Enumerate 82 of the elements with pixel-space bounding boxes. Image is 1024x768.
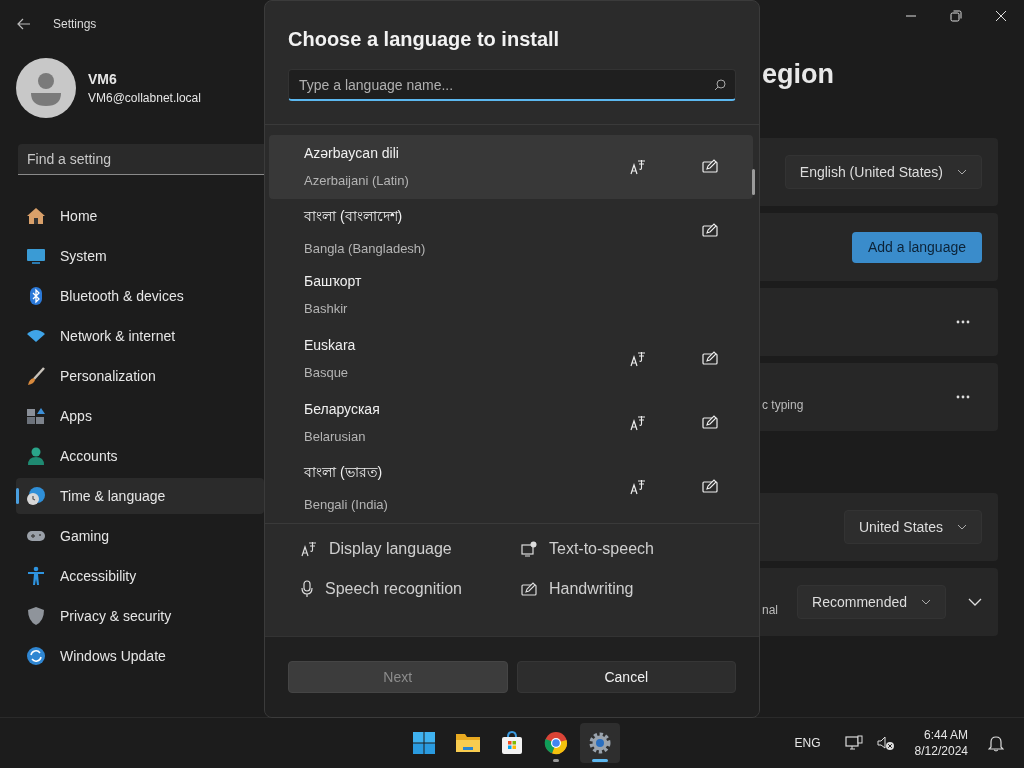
chevron-down-icon bbox=[921, 599, 931, 605]
sidebar-item[interactable]: Windows Update bbox=[16, 638, 264, 674]
more-icon[interactable] bbox=[956, 395, 970, 399]
language-english-name: Bashkir bbox=[304, 301, 349, 317]
sidebar-item[interactable]: Network & internet bbox=[16, 318, 264, 354]
chevron-down-icon bbox=[957, 524, 967, 530]
input-language-indicator[interactable]: ENG bbox=[794, 736, 821, 751]
update-icon bbox=[26, 646, 46, 666]
clock-time[interactable]: 6:44 AM bbox=[923, 728, 968, 743]
language-name: Башҡорт bbox=[304, 273, 363, 290]
sidebar-item[interactable]: Home bbox=[16, 198, 264, 234]
card-text: nal bbox=[762, 603, 778, 617]
sidebar-item[interactable]: System bbox=[16, 238, 264, 274]
microphone-icon bbox=[301, 580, 313, 599]
sidebar-item[interactable]: Time & language bbox=[16, 478, 264, 514]
dialog-title: Choose a language to install bbox=[288, 28, 561, 51]
gear-icon bbox=[588, 731, 612, 756]
sidebar-item[interactable]: Privacy & security bbox=[16, 598, 264, 634]
dropdown[interactable]: Recommended bbox=[797, 585, 946, 619]
language-item[interactable]: Башҡорт Bashkir bbox=[269, 262, 753, 327]
person-icon bbox=[26, 446, 46, 466]
language-item[interactable]: Беларуская Belarusian bbox=[269, 390, 753, 455]
language-name: Euskara bbox=[304, 337, 357, 354]
language-english-name: Basque bbox=[304, 365, 350, 381]
close-icon[interactable] bbox=[995, 10, 1007, 22]
sidebar-item[interactable]: Apps bbox=[16, 398, 264, 434]
volume-muted-icon[interactable] bbox=[876, 735, 895, 752]
house-icon bbox=[26, 206, 46, 226]
language-item[interactable]: Azərbaycan dili Azerbaijani (Latin) bbox=[269, 134, 753, 199]
apps-icon bbox=[26, 406, 46, 426]
sidebar-item[interactable]: Accessibility bbox=[16, 558, 264, 594]
dropdown[interactable]: United States bbox=[843, 510, 982, 544]
monitor-speech-icon bbox=[521, 541, 537, 558]
language-search-field[interactable]: Type a language name... bbox=[288, 69, 736, 101]
language-item[interactable]: বাংলা (বাংলাদেশ) Bangla (Bangladesh) bbox=[269, 198, 753, 263]
scrollbar-thumb[interactable] bbox=[752, 168, 755, 195]
card-text: c typing bbox=[762, 398, 804, 412]
chevron-down-icon[interactable] bbox=[968, 598, 982, 606]
accessibility-icon bbox=[26, 566, 46, 586]
globe-clock-icon bbox=[26, 486, 46, 506]
legend-label: Handwriting bbox=[549, 580, 634, 599]
language-english-name: Azerbaijani (Latin) bbox=[304, 173, 410, 189]
sidebar-item[interactable]: Bluetooth & devices bbox=[16, 278, 264, 314]
language-name: Беларуская bbox=[304, 401, 381, 418]
language-english-name: Belarusian bbox=[304, 429, 367, 445]
language-item[interactable]: বাংলা (ভারত) Bengali (India) bbox=[269, 454, 753, 519]
legend-label: Speech recognition bbox=[325, 580, 462, 599]
clock-date[interactable]: 8/12/2024 bbox=[914, 744, 968, 759]
window-title: Settings bbox=[53, 17, 97, 31]
start-icon bbox=[412, 731, 436, 756]
page-title: egion bbox=[761, 58, 835, 91]
search-icon bbox=[714, 79, 726, 91]
avatar-icon bbox=[16, 58, 76, 118]
account-name: VM6 bbox=[88, 71, 118, 87]
back-arrow-icon[interactable] bbox=[17, 18, 31, 30]
cancel-button[interactable]: Cancel bbox=[516, 661, 736, 693]
shield-icon bbox=[26, 606, 46, 626]
handwriting-icon bbox=[521, 582, 537, 597]
sidebar-item[interactable]: Gaming bbox=[16, 518, 264, 554]
taskbar-app[interactable] bbox=[580, 723, 620, 764]
language-item[interactable]: Euskara Basque bbox=[269, 326, 753, 391]
notification-bell-icon[interactable] bbox=[988, 734, 1004, 753]
sidebar-item[interactable]: Accounts bbox=[16, 438, 264, 474]
network-icon[interactable] bbox=[844, 735, 863, 752]
account-email: VM6@collabnet.local bbox=[88, 91, 201, 105]
maximize-icon[interactable] bbox=[950, 10, 962, 22]
legend-label: Text-to-speech bbox=[549, 540, 654, 559]
browser-icon bbox=[544, 731, 568, 756]
sidebar-item[interactable]: Personalization bbox=[16, 358, 264, 394]
monitor-icon bbox=[26, 246, 46, 266]
legend-label: Display language bbox=[329, 540, 452, 559]
language-english-name: Bangla (Bangladesh) bbox=[304, 241, 427, 257]
add-language-button[interactable]: Add a language bbox=[851, 231, 982, 263]
store-bag-icon bbox=[500, 731, 524, 756]
language-english-name: Bengali (India) bbox=[304, 497, 389, 513]
language-name: বাংলা (বাংলাদেশ) bbox=[304, 207, 404, 227]
language-name: বাংলা (ভারত) bbox=[304, 463, 384, 483]
more-icon[interactable] bbox=[956, 320, 970, 324]
dropdown[interactable]: English (United States) bbox=[784, 155, 982, 189]
chevron-down-icon bbox=[957, 169, 967, 175]
brush-icon bbox=[26, 366, 46, 386]
display-language-icon bbox=[301, 541, 317, 558]
